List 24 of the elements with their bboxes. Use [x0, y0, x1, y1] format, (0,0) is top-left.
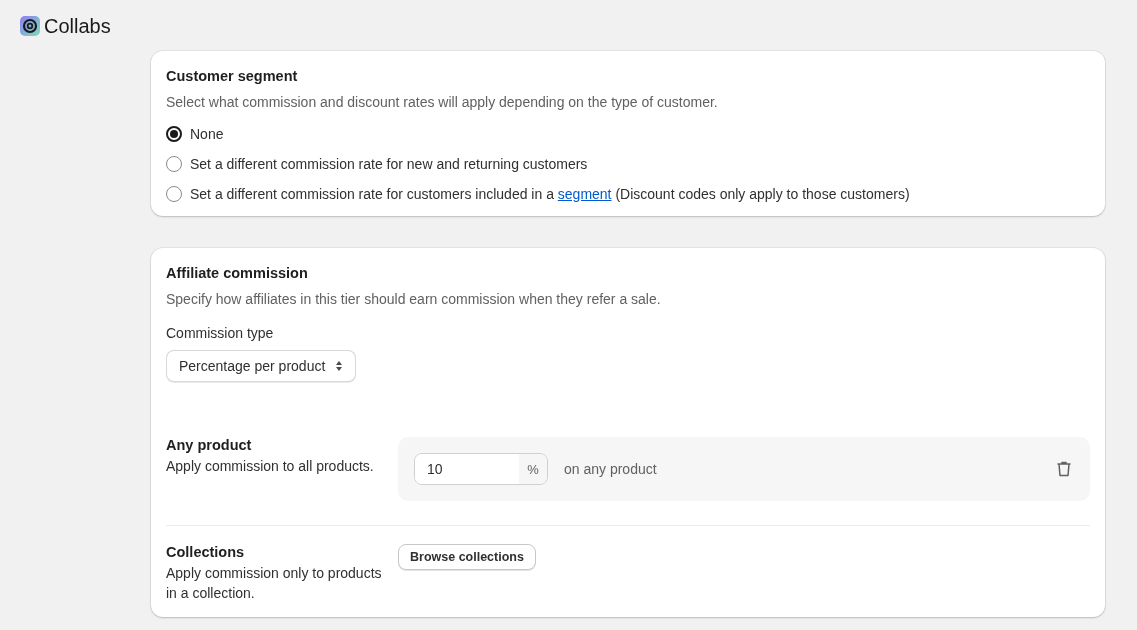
rule-title: Any product [166, 437, 253, 453]
field-label: Commission type [166, 325, 275, 341]
option-label: Set a different commission rate for new and returning customers [190, 156, 588, 172]
rule-description: Apply commission to all products. [166, 457, 375, 476]
rate-suffix: on any product [564, 461, 658, 477]
app-title: Collabs [44, 14, 111, 38]
sort-caret-icon [335, 360, 344, 372]
app-logo-icon [20, 16, 40, 36]
radio-button[interactable] [166, 126, 182, 142]
option-label: None [190, 126, 224, 142]
rate-field[interactable]: 10 % [414, 453, 548, 485]
radio-button[interactable] [166, 186, 182, 202]
rule-title: Collections [166, 544, 246, 560]
card-title: Affiliate commission [166, 265, 309, 281]
browse-collections-button[interactable]: Browse collections [398, 544, 536, 570]
unit-label: % [519, 454, 547, 484]
radio-button[interactable] [166, 156, 182, 172]
commission-type-select[interactable]: Percentage per product [166, 350, 357, 382]
option-label: Set a different commission rate for customers included in a segment (Discount codes only apply to those customers) [190, 186, 910, 202]
segment-link[interactable]: segment [557, 186, 612, 202]
card-description: Specify how affiliates in this tier should earn commission when they refer a sale. [166, 291, 662, 307]
card-title: Customer segment [166, 68, 299, 84]
card-description: Select what commission and discount rates will apply depending on the type of customer. [166, 94, 719, 110]
rule-description: Apply commission only to products in a collection. [166, 564, 383, 603]
